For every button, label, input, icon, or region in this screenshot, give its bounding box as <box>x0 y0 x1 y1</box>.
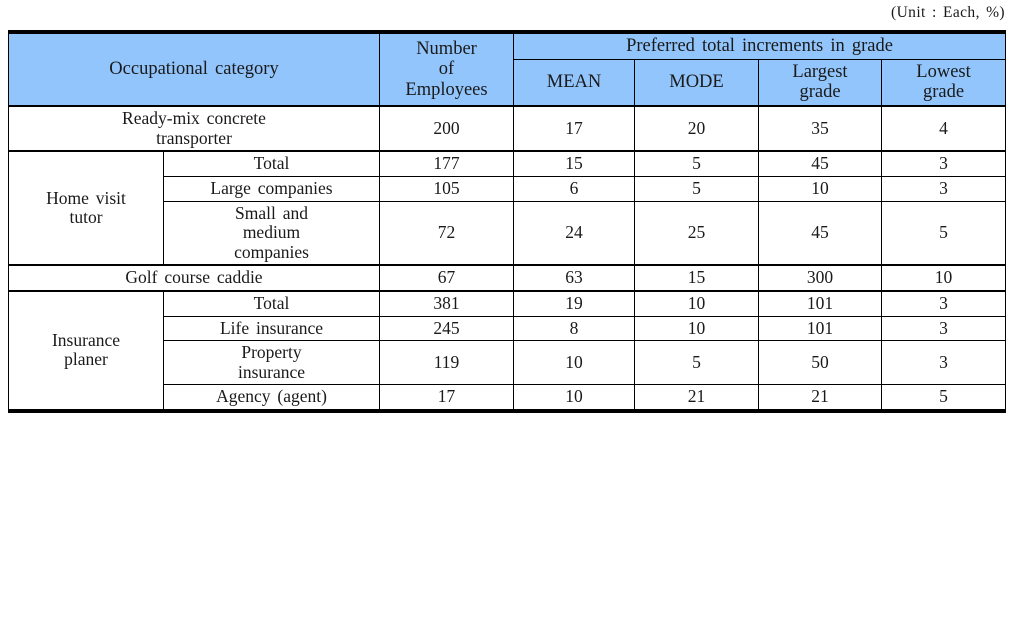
header-row-1: Occupational category Number of Employee… <box>8 31 1007 107</box>
row-subcategory-line-2: medium <box>242 222 301 243</box>
cell-largest-grade: 50 <box>758 340 882 386</box>
header-employees-line-3: Employees <box>405 79 488 100</box>
row-subcategory-line-1: Property <box>241 342 302 363</box>
cell-lowest-grade: 3 <box>880 315 1007 342</box>
row-subcategory-line-3: companies <box>234 241 309 262</box>
cell-lowest-grade: 10 <box>880 264 1007 292</box>
cell-mean: 6 <box>513 175 635 202</box>
row-group-label-line-1: Home visit <box>46 187 126 208</box>
row-subcategory-label: Total <box>163 150 380 177</box>
cell-largest-grade: 45 <box>758 150 882 177</box>
cell-largest-grade: 10 <box>758 175 882 202</box>
cell-number-of-employees: 72 <box>379 200 514 266</box>
header-employees-line-2: of <box>438 59 455 80</box>
row-group-label-line-2: planer <box>64 349 108 370</box>
column-header-number-of-employees: Number of Employees <box>379 31 514 107</box>
table-row: Golf course caddie 67 63 15 300 10 <box>8 264 1007 292</box>
cell-number-of-employees: 177 <box>379 150 514 177</box>
header-largest-line-1: Largest <box>792 61 848 82</box>
column-header-lowest-grade: Lowest grade <box>880 58 1007 107</box>
cell-largest-grade: 101 <box>758 315 882 342</box>
cell-mode: 10 <box>634 315 759 342</box>
row-group-label-line-1: Ready-mix concrete <box>122 108 266 129</box>
row-subcategory-label: Large companies <box>163 175 380 202</box>
column-header-mode: MODE <box>634 58 759 107</box>
cell-lowest-grade: 3 <box>880 340 1007 386</box>
row-group-label-line-2: transporter <box>156 127 232 148</box>
cell-mean: 63 <box>513 264 635 292</box>
cell-number-of-employees: 381 <box>379 289 514 317</box>
column-header-occupational-category: Occupational category <box>8 31 380 107</box>
table-body: Ready-mix concrete transporter 200 17 20 35 4 H… <box>8 105 1007 412</box>
cell-number-of-employees: 245 <box>379 315 514 342</box>
cell-mean: 24 <box>513 200 635 266</box>
table-row: Insurance planer Total 381 19 10 101 3 <box>8 289 1007 412</box>
cell-mean: 8 <box>513 315 635 342</box>
cell-mode: 5 <box>634 150 759 177</box>
cell-number-of-employees: 67 <box>379 264 514 292</box>
cell-lowest-grade: 4 <box>880 105 1007 152</box>
row-subcategory-label: Life insurance <box>163 315 380 342</box>
table-header: Occupational category Number of Employee… <box>8 31 1007 107</box>
column-header-mean: MEAN <box>513 58 635 107</box>
row-group-label-line-1: Insurance <box>51 329 121 350</box>
row-subcategory-line-1: Small and <box>235 202 308 223</box>
cell-mean: 15 <box>513 150 635 177</box>
row-group-label: Insurance planer <box>8 289 164 412</box>
row-group-label-line-1: Golf course caddie <box>125 267 263 288</box>
table-row: Ready-mix concrete transporter 200 17 20 35 4 <box>8 105 1007 152</box>
table-row: Home visit tutor Total 177 15 5 45 3 <box>8 150 1007 266</box>
cell-mode: 25 <box>634 200 759 266</box>
row-group-label-line-2: tutor <box>69 207 103 228</box>
row-subcategory-label: Total <box>163 289 380 317</box>
cell-mean: 17 <box>513 105 635 152</box>
cell-mean: 10 <box>513 384 635 412</box>
row-subcategory-label: Agency (agent) <box>163 384 380 412</box>
cell-mean: 10 <box>513 340 635 386</box>
cell-mode: 21 <box>634 384 759 412</box>
cell-mode: 10 <box>634 289 759 317</box>
row-group-label: Home visit tutor <box>8 150 164 266</box>
cell-mean: 19 <box>513 289 635 317</box>
header-lowest-line-2: grade <box>922 82 965 103</box>
cell-number-of-employees: 17 <box>379 384 514 412</box>
row-group-label: Golf course caddie <box>8 264 380 292</box>
cell-number-of-employees: 200 <box>379 105 514 152</box>
header-employees-line-1: Number <box>416 38 477 59</box>
cell-lowest-grade: 3 <box>880 289 1007 317</box>
column-header-largest-grade: Largest grade <box>758 58 882 107</box>
cell-mode: 5 <box>634 340 759 386</box>
column-header-preferred-total-increments: Preferred total increments in grade <box>512 31 1007 60</box>
cell-largest-grade: 21 <box>758 384 882 412</box>
unit-note: (Unit : Each, %) <box>891 4 1005 21</box>
cell-lowest-grade: 3 <box>880 175 1007 202</box>
cell-mode: 15 <box>634 264 759 292</box>
occupational-increments-table: Occupational category Number of Employee… <box>8 30 1007 413</box>
row-subcategory-label: Small and medium companies <box>163 200 380 266</box>
cell-mode: 5 <box>634 175 759 202</box>
cell-number-of-employees: 119 <box>379 340 514 386</box>
cell-number-of-employees: 105 <box>379 175 514 202</box>
cell-lowest-grade: 5 <box>880 200 1007 266</box>
cell-lowest-grade: 3 <box>880 150 1007 177</box>
cell-mode: 20 <box>634 105 759 152</box>
row-subcategory-label: Property insurance <box>163 340 380 386</box>
page-root: (Unit : Each, %) Occupational category N… <box>0 0 1027 618</box>
header-lowest-line-1: Lowest <box>916 61 971 82</box>
row-group-label: Ready-mix concrete transporter <box>8 105 380 152</box>
cell-largest-grade: 101 <box>758 289 882 317</box>
header-largest-line-2: grade <box>799 82 841 103</box>
cell-largest-grade: 300 <box>758 264 882 292</box>
cell-largest-grade: 35 <box>758 105 882 152</box>
cell-lowest-grade: 5 <box>880 384 1007 412</box>
cell-largest-grade: 45 <box>758 200 882 266</box>
row-subcategory-line-2: insurance <box>237 361 306 382</box>
